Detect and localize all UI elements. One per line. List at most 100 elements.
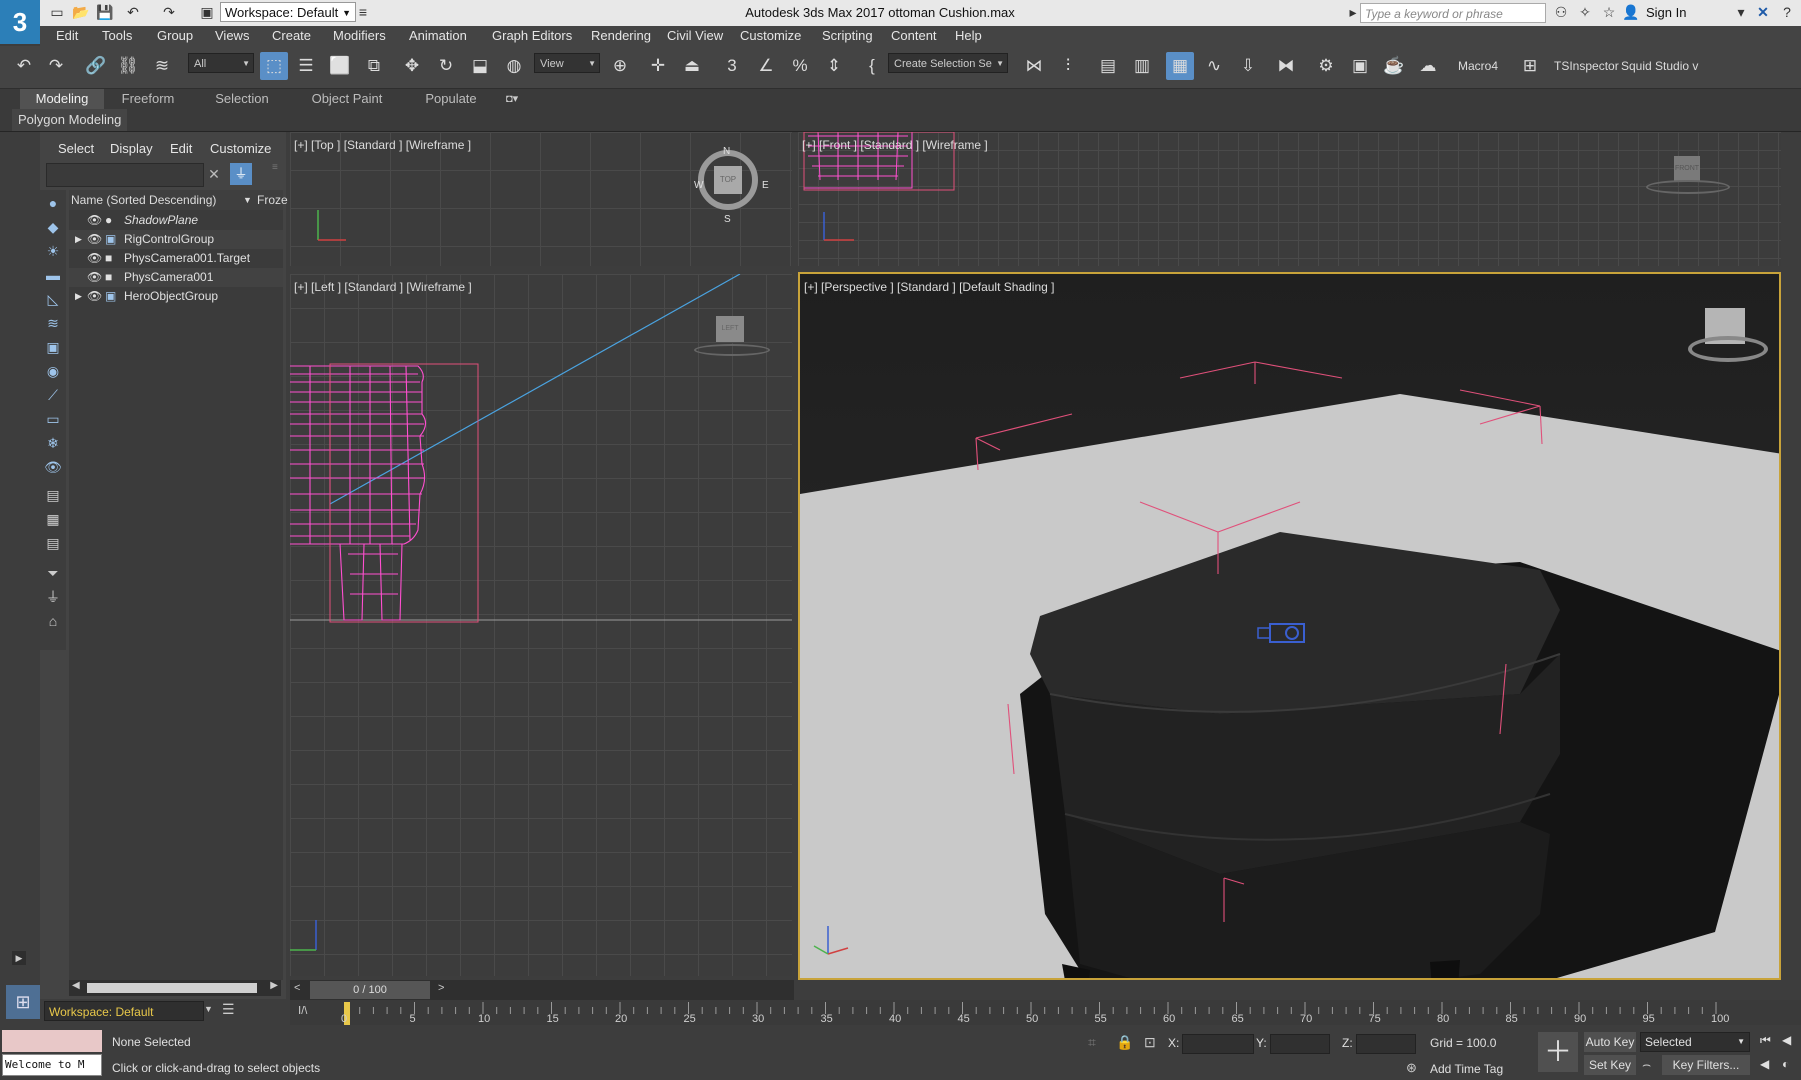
sort-arrow-icon[interactable]: ▼ <box>243 190 252 210</box>
curve-editor-mini-icon[interactable]: Ⅰ/\ <box>298 1004 307 1017</box>
sign-in-dropdown-icon[interactable]: ▾ <box>1732 3 1750 21</box>
visibility-eye-icon[interactable]: 👁 <box>87 249 102 268</box>
dope-sheet-icon[interactable]: ⇩ <box>1234 52 1262 80</box>
align-icon[interactable]: ⫶ <box>1054 52 1082 80</box>
viewport-top[interactable]: [+] [Top ] [Standard ] [Wireframe ] TOP … <box>290 132 792 266</box>
open-file-icon[interactable]: 📂 <box>72 3 90 21</box>
render-cloud-icon[interactable]: ☁ <box>1414 52 1442 80</box>
y-coordinate-field[interactable] <box>1270 1034 1330 1054</box>
visibility-eye-icon[interactable]: 👁 <box>87 230 102 249</box>
maxscript-listener-pink[interactable] <box>2 1030 102 1052</box>
bind-space-warp-icon[interactable]: ≋ <box>148 52 176 80</box>
time-slider-next-icon[interactable]: > <box>438 982 444 994</box>
viewport-left-label[interactable]: [+] [Left ] [Standard ] [Wireframe ] <box>294 280 472 294</box>
auto-key-button[interactable]: Auto Key <box>1584 1032 1636 1052</box>
display-groups-icon[interactable]: ▣ <box>42 336 64 358</box>
display-spacewarps-icon[interactable]: ≋ <box>42 312 64 334</box>
maxscript-mini-listener[interactable]: Welcome to M <box>2 1054 102 1076</box>
explorer-tab-select[interactable]: Select <box>58 138 94 160</box>
tsinspector-icon[interactable]: ⊞ <box>1516 52 1544 80</box>
viewport-perspective[interactable]: [+] [Perspective ] [Standard ] [Default … <box>798 272 1781 980</box>
pivot-center-icon[interactable]: ⊕ <box>606 52 634 80</box>
explorer-tab-display[interactable]: Display <box>110 138 153 160</box>
place-icon[interactable]: ◍ <box>500 52 528 80</box>
unlink-icon[interactable]: ⛓ <box>114 52 142 80</box>
display-influences-icon[interactable]: ▦ <box>42 508 64 530</box>
save-icon[interactable]: 💾 <box>96 3 114 21</box>
help-icon[interactable]: ? <box>1778 3 1796 21</box>
set-key-button[interactable]: Set Key <box>1584 1055 1636 1075</box>
menu-civil-view[interactable]: Civil View <box>667 26 723 46</box>
visibility-eye-icon[interactable]: 👁 <box>87 211 102 230</box>
named-selection-set-dropdown[interactable]: Create Selection Se ▼ <box>888 53 1008 73</box>
select-by-name-icon[interactable]: ☰ <box>292 52 320 80</box>
rectangular-selection-icon[interactable]: ⬜ <box>326 52 354 80</box>
menu-modifiers[interactable]: Modifiers <box>333 26 386 46</box>
favorites-star-icon[interactable]: ☆ <box>1600 3 1618 21</box>
project-folder-icon[interactable]: ▣ <box>198 3 216 21</box>
list-item[interactable]: 👁 ■ PhysCamera001 <box>69 268 283 287</box>
clear-search-icon[interactable]: ✕ <box>206 163 222 185</box>
key-selection-dropdown[interactable]: Selected ▼ <box>1640 1032 1750 1052</box>
menu-group[interactable]: Group <box>157 26 193 46</box>
menu-content[interactable]: Content <box>891 26 937 46</box>
squid-studio-button[interactable]: Squid Studio v <box>1621 59 1698 73</box>
selection-lock-icon[interactable]: 🔒 <box>1116 1034 1133 1051</box>
selection-filter-dropdown[interactable]: All ▼ <box>188 53 254 73</box>
menu-views[interactable]: Views <box>215 26 249 46</box>
scroll-left-icon[interactable]: ◀ <box>72 980 80 991</box>
list-item[interactable]: 👁 ■ PhysCamera001.Target <box>69 249 283 268</box>
angle-snap-icon[interactable]: ∠ <box>752 52 780 80</box>
display-cameras-icon[interactable]: ▬ <box>42 264 64 286</box>
column-name[interactable]: Name (Sorted Descending) <box>71 190 216 210</box>
display-helpers-icon[interactable]: ◺ <box>42 288 64 310</box>
menu-create[interactable]: Create <box>272 26 311 46</box>
menu-customize[interactable]: Customize <box>740 26 801 46</box>
quick-access-customize-icon[interactable]: ≡ <box>356 3 370 21</box>
render-setup-icon[interactable]: ⚙ <box>1312 52 1340 80</box>
scale-icon[interactable]: ⬓ <box>466 52 494 80</box>
x-coordinate-field[interactable] <box>1182 1034 1254 1054</box>
snaps-toggle-icon[interactable]: 3 <box>718 52 746 80</box>
tab-modeling[interactable]: Modeling <box>20 89 104 109</box>
menu-edit[interactable]: Edit <box>56 26 78 46</box>
edit-named-selection-icon[interactable]: { <box>858 52 886 80</box>
display-containers-icon[interactable]: ▭ <box>42 408 64 430</box>
select-object-icon[interactable]: ⬚ <box>260 52 288 80</box>
display-xrefs-icon[interactable]: ◉ <box>42 360 64 382</box>
display-all-icon[interactable]: ● <box>42 192 64 214</box>
undo-icon[interactable]: ↶ <box>124 3 142 21</box>
filter-toggle-icon[interactable]: ⏚ <box>42 586 64 608</box>
move-icon[interactable]: ✥ <box>398 52 426 80</box>
viewcube-front[interactable]: FRONT <box>1674 156 1700 182</box>
schematic-view-icon[interactable]: ⧓ <box>1272 52 1300 80</box>
redo-icon[interactable]: ↷ <box>160 3 178 21</box>
filter-icon[interactable]: ⏚ <box>230 163 252 185</box>
viewcube-left[interactable]: LEFT <box>716 316 744 342</box>
display-bones-icon[interactable]: ⟋ <box>42 384 64 406</box>
layers-icon[interactable]: ☰ <box>222 1001 235 1018</box>
expand-arrow-icon[interactable]: ▶ <box>75 287 82 306</box>
set-key-big-icon[interactable]: ＋ <box>1538 1032 1578 1072</box>
polygon-modeling-panel[interactable]: Polygon Modeling <box>12 109 128 131</box>
isolate-selection-icon[interactable]: ⌗ <box>1088 1034 1096 1051</box>
menu-graph-editors[interactable]: Graph Editors <box>492 26 572 46</box>
visibility-eye-icon[interactable]: 👁 <box>87 268 102 287</box>
list-item[interactable]: ▶ 👁 ▣ RigControlGroup <box>69 230 283 249</box>
previous-frame-icon[interactable]: ◀ <box>1782 1033 1791 1047</box>
visibility-eye-icon[interactable]: 👁 <box>87 287 102 306</box>
mirror-icon[interactable]: ⋈ <box>1020 52 1048 80</box>
display-dependents-icon[interactable]: ▤ <box>42 532 64 554</box>
display-hidden-icon[interactable]: 👁 <box>42 456 64 478</box>
select-all-icon[interactable]: ⏷ <box>42 562 64 584</box>
link-icon[interactable]: 🔗 <box>82 52 110 80</box>
layer-explorer-icon[interactable]: ▤ <box>1094 52 1122 80</box>
go-to-start-icon[interactable]: ⏮ <box>1760 1033 1771 1048</box>
tab-object-paint[interactable]: Object Paint <box>304 89 390 109</box>
curve-editor-icon[interactable]: ∿ <box>1200 52 1228 80</box>
tab-freeform[interactable]: Freeform <box>110 89 186 109</box>
scene-explorer-icon[interactable]: ▦ <box>1166 52 1194 80</box>
sync-selection-icon[interactable]: ⌂ <box>42 610 64 632</box>
time-slider[interactable]: < 0 / 100 > <box>290 980 794 1000</box>
menu-tools[interactable]: Tools <box>102 26 132 46</box>
